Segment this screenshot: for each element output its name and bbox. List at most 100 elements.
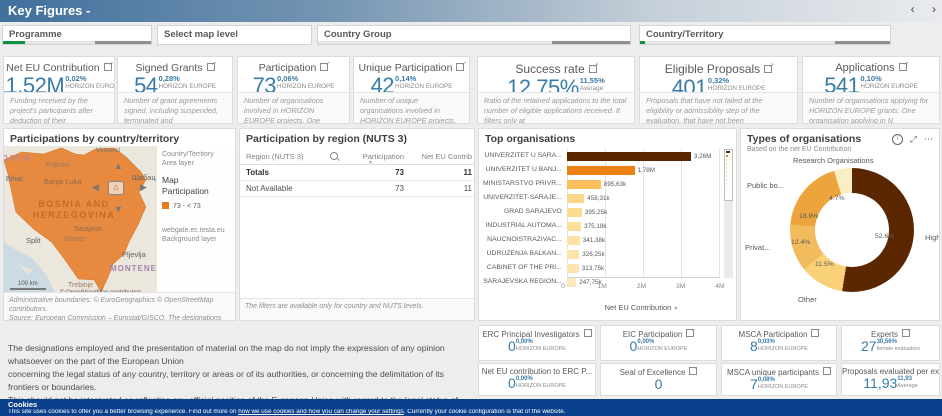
filter-programme[interactable]: Programme bbox=[2, 25, 152, 45]
kpi-percent: 0,28% bbox=[159, 75, 180, 83]
kpi-percent: 0,10% bbox=[860, 75, 881, 83]
kpi-description: Number of grant agreements signed, inclu… bbox=[118, 92, 232, 123]
legend-layer-name: Country/Territory bbox=[162, 150, 230, 159]
external-link-icon[interactable] bbox=[207, 63, 215, 71]
map-pan-left-icon[interactable]: ◀ bbox=[92, 182, 99, 193]
external-link-icon[interactable] bbox=[764, 65, 772, 73]
map-label-croatia: CROATIA bbox=[4, 154, 31, 163]
chart-scrollbar[interactable] bbox=[724, 149, 733, 278]
map-canvas[interactable]: CROATIA Vinkovci Prijedor Banja Luka Bih… bbox=[4, 146, 235, 298]
table-footer: The filters are available only for count… bbox=[240, 298, 474, 320]
filter-map-level[interactable]: Select map level bbox=[157, 25, 312, 45]
bar-plot-area: 3,26M 1,78M 895,63k 458,31k 395,25k 375,… bbox=[567, 149, 720, 278]
bar-chart: UNIVERZITET U SARA... UNIVERZITET U BANJ… bbox=[483, 149, 720, 278]
org-bar-fill[interactable] bbox=[567, 166, 635, 175]
org-bar-fill[interactable] bbox=[567, 250, 579, 259]
x-axis-ticks: 0 1M 2M 3M 4M bbox=[563, 283, 720, 292]
column-net-eu-contrib[interactable]: Net EU Contrib bbox=[404, 152, 474, 161]
kpi-description: Number of organisations involved in HORI… bbox=[238, 92, 349, 123]
kpi-sublabel: HORIZON EUROPE bbox=[277, 83, 334, 91]
filter-programme-state bbox=[3, 41, 151, 44]
column-region[interactable]: Region (NUTS 3) bbox=[240, 152, 346, 161]
filter-country-territory-state bbox=[640, 41, 890, 44]
org-bar-fill[interactable] bbox=[567, 208, 582, 217]
external-link-icon[interactable] bbox=[686, 329, 694, 337]
axis-sort-icon[interactable]: ▼ bbox=[673, 306, 678, 312]
org-bar-fill[interactable] bbox=[567, 264, 579, 273]
org-types-subtitle: Based on the net EU Contribution bbox=[741, 146, 939, 153]
external-link-icon[interactable] bbox=[811, 329, 819, 337]
kpi-description: Number of unique organisations involved … bbox=[354, 92, 469, 123]
external-link-icon[interactable] bbox=[899, 63, 907, 71]
map-home-icon[interactable]: ⌂ bbox=[108, 181, 124, 195]
donut-label-other: Other bbox=[798, 295, 817, 304]
table-row[interactable]: Not Available 73 11 bbox=[240, 181, 474, 197]
map-label-split: Split bbox=[26, 236, 41, 245]
filter-country-group-label: Country Group bbox=[324, 29, 392, 40]
cookie-title: Cookies bbox=[8, 400, 934, 409]
map-label-mostar: Mostar bbox=[64, 236, 85, 243]
external-link-icon[interactable] bbox=[104, 63, 112, 71]
map-label-bosnia-line2: HERZEGOVINA bbox=[30, 210, 118, 220]
org-bar-fill[interactable] bbox=[567, 194, 584, 203]
map-label-prijedor: Prijedor bbox=[46, 162, 70, 169]
app-header: Key Figures - ‹ › bbox=[0, 0, 942, 22]
filter-country-territory[interactable]: Country/Territory bbox=[639, 25, 891, 45]
prev-sheet-icon[interactable]: ‹ bbox=[911, 2, 915, 16]
region-table-panel: Participation by region (NUTS 3) Region … bbox=[239, 128, 475, 321]
dashboard: Key Figures - ‹ › Programme Select map l… bbox=[0, 0, 942, 416]
page-title: Key Figures - bbox=[8, 3, 90, 18]
org-bar-fill[interactable] bbox=[567, 180, 601, 189]
map-panel-title: Participations by country/territory bbox=[4, 129, 235, 146]
kpi-net-eu-contribution: Net EU Contribution 11,52M 0,02%HORIZON … bbox=[3, 56, 115, 124]
donut-ring[interactable] bbox=[790, 168, 914, 292]
external-link-icon[interactable] bbox=[584, 329, 592, 337]
top-organisations-title: Top organisations bbox=[479, 129, 736, 146]
kpi-sublabel: HORIZON EUROPE bbox=[860, 83, 917, 91]
filter-country-group[interactable]: Country Group bbox=[317, 25, 631, 45]
org-bar-fill[interactable] bbox=[567, 236, 580, 245]
search-icon[interactable] bbox=[330, 152, 338, 160]
external-link-icon[interactable] bbox=[689, 367, 697, 375]
cookie-banner: Cookies This site uses cookies to offer … bbox=[0, 399, 942, 416]
map-label-pljevlja: Pljevlja bbox=[122, 250, 146, 259]
kpi-applications: Applications 541 0,10%HORIZON EUROPE Num… bbox=[802, 56, 940, 124]
minimap-bar bbox=[726, 159, 727, 161]
map-label-vinkovci: Vinkovci bbox=[96, 147, 120, 154]
map-label-montenegro: MONTENE bbox=[110, 264, 157, 273]
map-pan-down-icon[interactable]: ▼ bbox=[114, 204, 123, 214]
x-axis-title[interactable]: Net EU Contribution ▼ bbox=[563, 303, 720, 312]
column-participation[interactable]: Participation bbox=[346, 152, 404, 161]
org-bar-fill[interactable] bbox=[567, 152, 691, 161]
map-pan-up-icon[interactable]: ▲ bbox=[114, 161, 123, 171]
alternative-segment bbox=[318, 41, 552, 44]
excluded-segment bbox=[552, 41, 630, 44]
kpi-msca-unique-participants: MSCA unique participants 70,08%HORIZON E… bbox=[721, 363, 837, 396]
external-link-icon[interactable] bbox=[823, 367, 831, 375]
next-sheet-icon[interactable]: › bbox=[932, 2, 936, 16]
org-bar-fill[interactable] bbox=[567, 222, 581, 231]
map-pan-right-icon[interactable]: ▶ bbox=[140, 182, 147, 193]
expand-icon[interactable]: ⤢ bbox=[910, 134, 917, 145]
more-options-icon[interactable]: ⋯ bbox=[924, 134, 934, 145]
kpi-description: Ratio of the retained applications to th… bbox=[478, 92, 634, 123]
donut-pct: 18.9% bbox=[799, 213, 818, 220]
legend-bucket: 73 - < 73 bbox=[162, 202, 230, 210]
panel-toolbar: i ⤢ ⋯ bbox=[892, 134, 934, 145]
external-link-icon[interactable] bbox=[456, 63, 464, 71]
kpi-signed-grants: Signed Grants 54 0,28%HORIZON EUROPE Num… bbox=[117, 56, 233, 124]
external-link-icon[interactable] bbox=[320, 63, 328, 71]
scrollbar-viewport[interactable] bbox=[724, 149, 733, 201]
external-link-icon[interactable] bbox=[589, 65, 597, 73]
selected-segment bbox=[3, 41, 25, 44]
external-link-icon[interactable] bbox=[902, 329, 910, 337]
info-icon[interactable]: i bbox=[892, 134, 903, 145]
donut-label-research: Research Organisations bbox=[793, 156, 873, 165]
cookie-settings-link[interactable]: how we use cookies and how you can chang… bbox=[238, 409, 404, 415]
excluded-segment bbox=[95, 41, 151, 44]
legend-bg-layer: Background layer bbox=[162, 235, 230, 244]
donut-label-private: Privat... bbox=[745, 243, 770, 252]
sort-desc-icon[interactable]: ▼ bbox=[368, 160, 373, 166]
region-table-title: Participation by region (NUTS 3) bbox=[240, 129, 474, 146]
kpi-percent: 0,06% bbox=[277, 75, 298, 83]
